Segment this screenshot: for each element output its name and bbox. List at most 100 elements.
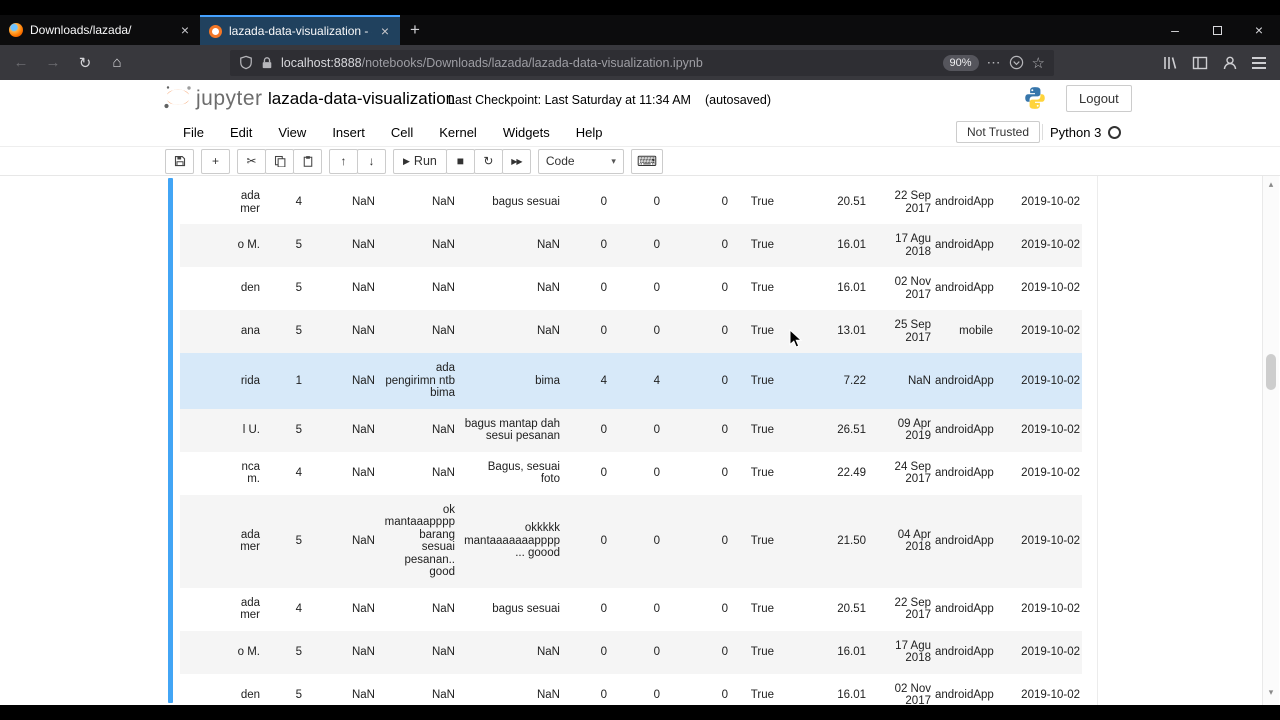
url-domain: localhost:8888 (281, 55, 362, 70)
home-button[interactable]: ⌂ (102, 49, 132, 77)
cut-cell-button[interactable]: ✂ (237, 148, 266, 174)
table-cell: androidApp (935, 423, 994, 436)
library-icon[interactable] (1162, 55, 1178, 71)
table-row[interactable]: rida 1 NaN ada pengirimn ntb bima bima 4 4 0 Tru… (180, 353, 1082, 409)
table-cell: True (750, 325, 774, 338)
table-cell: o M. (237, 645, 260, 658)
table-cell: o M. (237, 239, 260, 252)
table-row[interactable]: ana 5 NaN NaN NaN 0 0 0 True 13.01 25 Sep 2017 mobi… (180, 310, 1082, 353)
notebook-title[interactable]: lazada-data-visualization (268, 89, 455, 109)
menubar-item-view[interactable]: View (265, 125, 319, 140)
table-cell: 0 (653, 196, 660, 209)
interrupt-kernel-button[interactable]: ■ (445, 148, 475, 174)
table-cell: NaN (351, 645, 375, 658)
save-button[interactable] (165, 148, 194, 174)
tracking-shield-icon[interactable] (239, 55, 253, 70)
move-cell-down-button[interactable]: ↓ (357, 148, 386, 174)
play-icon: ▶ (403, 155, 410, 166)
reload-button[interactable]: ↻ (70, 49, 100, 77)
address-bar[interactable]: localhost:8888/notebooks/Downloads/lazad… (230, 49, 1054, 76)
menubar-item-file[interactable]: File (170, 125, 217, 140)
tab-close-icon[interactable]: × (379, 24, 391, 38)
menubar-item-help[interactable]: Help (563, 125, 616, 140)
sidebar-toggle-icon[interactable] (1192, 55, 1208, 71)
chevron-down-icon: ▾ (611, 155, 616, 166)
browser-tab-bar: Downloads/lazada/ × lazada-data-visualiz… (0, 15, 1280, 45)
table-cell: True (750, 688, 774, 701)
cell-type-dropdown[interactable]: Code ▾ (537, 148, 624, 174)
table-cell: den (240, 688, 260, 701)
jupyter-logo[interactable]: jupyter (163, 84, 263, 111)
table-cell: 2019-10-02 (1021, 325, 1080, 338)
firefox-icon (9, 23, 23, 37)
table-row[interactable]: ada mer 4 NaN NaN bagus sesuai 0 0 0 True 20.51 22… (180, 588, 1082, 631)
table-cell: 24 Sep 2017 (894, 460, 931, 486)
table-cell: 2019-10-02 (1021, 196, 1080, 209)
table-row[interactable]: o M. 5 NaN NaN NaN 0 0 0 True 16.01 17 Agu 2018 and… (180, 224, 1082, 267)
cell-selection-bar[interactable] (168, 178, 173, 703)
vertical-scrollbar[interactable]: ▴ ▾ (1262, 176, 1279, 705)
table-cell: 2019-10-02 (1021, 466, 1080, 479)
menubar-item-widgets[interactable]: Widgets (490, 125, 563, 140)
paste-cell-button[interactable] (293, 148, 322, 174)
logout-button[interactable]: Logout (1066, 85, 1132, 112)
table-cell: ada mer (240, 190, 260, 215)
table-row[interactable]: l U. 5 NaN NaN bagus mantap dah sesui pesana… (180, 408, 1082, 452)
table-cell: bagus sesuai (492, 196, 560, 209)
table-row[interactable]: den 5 NaN NaN NaN 0 0 0 True 16.01 02 Nov 2017 andr… (180, 674, 1082, 706)
forward-button[interactable]: → (38, 49, 68, 77)
restart-kernel-button[interactable]: ↻ (473, 148, 503, 174)
table-cell: 0 (721, 196, 728, 209)
scroll-up-button[interactable]: ▴ (1263, 179, 1279, 190)
scroll-down-button[interactable]: ▾ (1263, 687, 1279, 698)
zoom-level-badge[interactable]: 90% (942, 54, 979, 71)
move-cell-up-button[interactable]: ↑ (329, 148, 358, 174)
not-trusted-badge[interactable]: Not Trusted (956, 121, 1041, 143)
pocket-icon[interactable] (1009, 55, 1024, 70)
account-icon[interactable] (1222, 55, 1238, 71)
menubar-item-insert[interactable]: Insert (319, 125, 378, 140)
menu-icon[interactable] (1252, 61, 1266, 64)
browser-tab-downloads[interactable]: Downloads/lazada/ × (0, 15, 200, 45)
scrollbar-thumb[interactable] (1266, 354, 1276, 390)
page-actions-icon[interactable]: ⋯ (987, 54, 1001, 71)
table-cell: androidApp (935, 466, 994, 479)
maximize-button[interactable] (1196, 15, 1238, 45)
table-row[interactable]: nca m. 4 NaN NaN Bagus, sesuai foto 0 0 0 True 22… (180, 452, 1082, 495)
restart-run-all-button[interactable]: ▶▶ (501, 148, 531, 174)
command-palette-button[interactable]: ⌨ (630, 148, 664, 174)
bookmark-star-icon[interactable]: ☆ (1032, 54, 1045, 72)
table-row[interactable]: ada mer 5 NaN ok mantaaapppp barang sesuai … (180, 494, 1082, 588)
menubar-item-edit[interactable]: Edit (217, 125, 265, 140)
table-cell: 5 (295, 423, 302, 436)
tab-close-icon[interactable]: × (179, 23, 191, 37)
back-button[interactable]: ← (6, 49, 36, 77)
new-tab-button[interactable]: + (400, 15, 430, 45)
table-cell: 26.51 (837, 423, 866, 436)
table-cell: NaN (536, 325, 560, 338)
table-cell: androidApp (935, 196, 994, 209)
add-cell-button[interactable]: + (201, 148, 230, 174)
table-cell: 22 Sep 2017 (894, 596, 931, 622)
table-cell: 1 (295, 374, 302, 387)
run-button[interactable]: ▶ Run (393, 148, 447, 174)
copy-cell-button[interactable] (265, 148, 294, 174)
close-button[interactable]: × (1238, 15, 1280, 45)
jupyter-page: jupyter lazada-data-visualization Last C… (0, 80, 1280, 705)
table-row[interactable]: den 5 NaN NaN NaN 0 0 0 True 16.01 02 Nov 2017 andr… (180, 267, 1082, 310)
table-cell: mobile (959, 325, 993, 338)
table-cell: 2019-10-02 (1021, 282, 1080, 295)
table-row[interactable]: ada mer 4 NaN NaN bagus sesuai 0 0 0 True 20.51 22… (180, 181, 1082, 224)
table-row[interactable]: o M. 5 NaN NaN NaN 0 0 0 True 16.01 17 Agu 2018 and… (180, 630, 1082, 674)
screen: Downloads/lazada/ × lazada-data-visualiz… (0, 0, 1280, 720)
browser-tab-notebook[interactable]: lazada-data-visualization - Jup × (200, 15, 400, 45)
menubar-item-cell[interactable]: Cell (378, 125, 426, 140)
table-cell: 0 (653, 645, 660, 658)
kernel-name: Python 3 (1050, 124, 1102, 140)
table-cell: 0 (653, 466, 660, 479)
lock-icon[interactable] (261, 56, 273, 70)
menubar-item-kernel[interactable]: Kernel (426, 125, 490, 140)
table-cell: 7.22 (843, 374, 866, 387)
table-cell: 0 (600, 602, 607, 615)
minimize-button[interactable]: – (1154, 15, 1196, 45)
